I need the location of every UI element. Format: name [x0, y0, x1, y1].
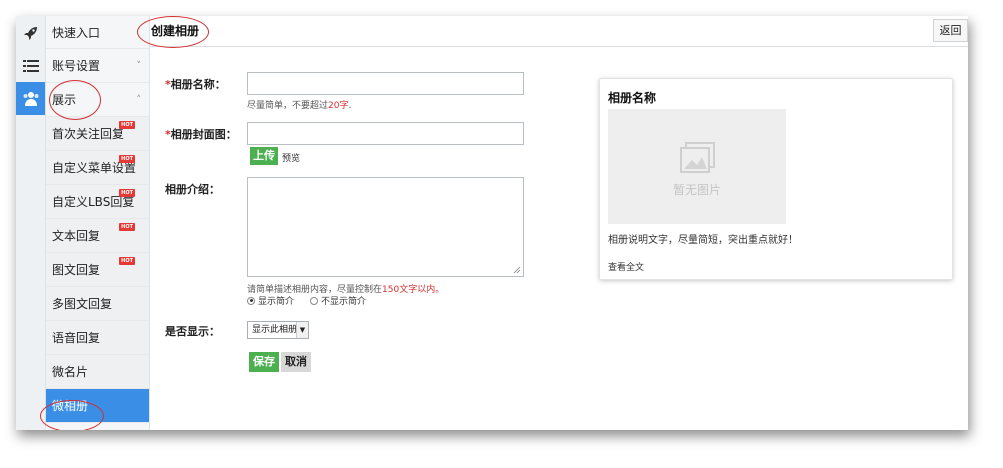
rail-item-display[interactable]	[16, 82, 45, 115]
resize-handle-icon[interactable]	[513, 266, 521, 274]
chevron-up-icon: ˄	[136, 95, 142, 105]
radio-hide-intro[interactable]	[310, 296, 319, 305]
rail-item-account[interactable]	[16, 49, 45, 82]
sidebar-item-image-text-reply[interactable]: 图文回复 HOT	[46, 253, 149, 287]
sidebar-item-label: 微相册	[52, 399, 89, 413]
album-cover-input[interactable]	[247, 122, 524, 145]
album-cover-label: *相册封面图：	[165, 128, 237, 141]
display-select-value: 显示此相册	[252, 325, 298, 335]
sidebar-item-label: 多图文回复	[52, 297, 113, 311]
hot-badge: HOT	[119, 155, 135, 163]
sidebar-item-micro-card[interactable]: 微名片	[46, 355, 149, 389]
sidebar-item-multi-image-text-reply[interactable]: 多图文回复	[46, 287, 149, 321]
preview-link[interactable]: 预览	[282, 151, 300, 164]
sidebar-item-label: 图文回复	[52, 263, 101, 277]
no-image-text: 暂无图片	[672, 183, 721, 197]
users-icon	[22, 91, 40, 107]
preview-image-placeholder: 暂无图片	[608, 109, 786, 224]
sidebar-item-label: 快速入口	[52, 25, 101, 40]
icon-rail	[16, 16, 46, 430]
sidebar-item-label: 账号设置	[52, 59, 101, 73]
preview-album-title: 相册名称	[608, 91, 657, 105]
dropdown-arrow-icon: ▼	[296, 322, 308, 338]
back-button[interactable]: 返回	[933, 19, 968, 42]
album-name-input[interactable]	[247, 72, 524, 95]
rocket-icon	[23, 25, 39, 41]
sidebar-item-display[interactable]: 展示 ˄	[46, 83, 149, 117]
hot-badge: HOT	[119, 223, 135, 231]
sidebar-item-voice-reply[interactable]: 语音回复	[46, 321, 149, 355]
app-window: 快速入口 账号设置 ˅ 展示 ˄ 首次关注回复 HOT 自定义菜单设置 HOT …	[16, 16, 968, 430]
page-title: 创建相册	[151, 24, 200, 38]
album-intro-label: 相册介绍：	[165, 183, 220, 196]
sidebar-item-custom-menu[interactable]: 自定义菜单设置 HOT	[46, 151, 149, 185]
sidebar-item-label: 首次关注回复	[52, 127, 125, 141]
upload-button[interactable]: 上传	[250, 147, 278, 165]
hot-badge: HOT	[119, 121, 135, 129]
radio-hide-intro-label: 不显示简介	[321, 297, 367, 307]
album-preview-card: 相册名称 暂无图片 相册说明文字，尽量简短，突出重点就好！ 查看全文	[599, 78, 953, 280]
sidebar-item-label: 语音回复	[52, 331, 101, 345]
hot-badge: HOT	[119, 257, 135, 265]
sidebar-item-label: 微名片	[52, 365, 89, 379]
list-icon	[22, 59, 39, 73]
display-label: 是否显示：	[165, 325, 220, 338]
sidebar-item-label: 文本回复	[52, 229, 101, 243]
radio-show-intro-label: 显示简介	[258, 297, 295, 307]
create-album-form: *相册名称： 尽量简单，不要超过20字. *相册封面图： 上传 预览 相册介绍：	[150, 47, 968, 430]
sidebar-item-label: 展示	[52, 93, 77, 107]
chevron-down-icon: ˅	[136, 61, 142, 71]
sidebar-item-text-reply[interactable]: 文本回复 HOT	[46, 219, 149, 253]
sidebar-item-first-follow-reply[interactable]: 首次关注回复 HOT	[46, 117, 149, 151]
sidebar-item-account-settings[interactable]: 账号设置 ˅	[46, 49, 149, 83]
save-button[interactable]: 保存	[249, 352, 279, 372]
intro-visibility-radio-group: 显示简介 不显示简介	[247, 294, 366, 307]
radio-show-intro[interactable]	[247, 296, 255, 305]
preview-read-more-link[interactable]: 查看全文	[608, 260, 644, 273]
top-bar: 创建相册 返回	[150, 16, 968, 47]
cancel-button[interactable]: 取消	[281, 352, 311, 372]
sidebar-item-custom-lbs[interactable]: 自定义LBS回复 HOT	[46, 185, 149, 219]
album-name-label: *相册名称：	[165, 78, 226, 91]
hot-badge: HOT	[119, 189, 135, 197]
preview-album-description: 相册说明文字，尽量简短，突出重点就好！	[608, 235, 798, 246]
sidebar-item-micro-album[interactable]: 微相册	[46, 389, 149, 423]
display-select[interactable]: 显示此相册 ▼	[247, 321, 309, 339]
album-intro-textarea[interactable]	[247, 177, 524, 277]
image-placeholder-icon	[680, 142, 715, 173]
sidebar-menu: 快速入口 账号设置 ˅ 展示 ˄ 首次关注回复 HOT 自定义菜单设置 HOT …	[46, 16, 150, 430]
rail-item-quick[interactable]	[16, 16, 45, 49]
sidebar-item-quick-entry[interactable]: 快速入口	[46, 16, 149, 49]
album-name-hint: 尽量简单，不要超过20字.	[247, 101, 352, 111]
